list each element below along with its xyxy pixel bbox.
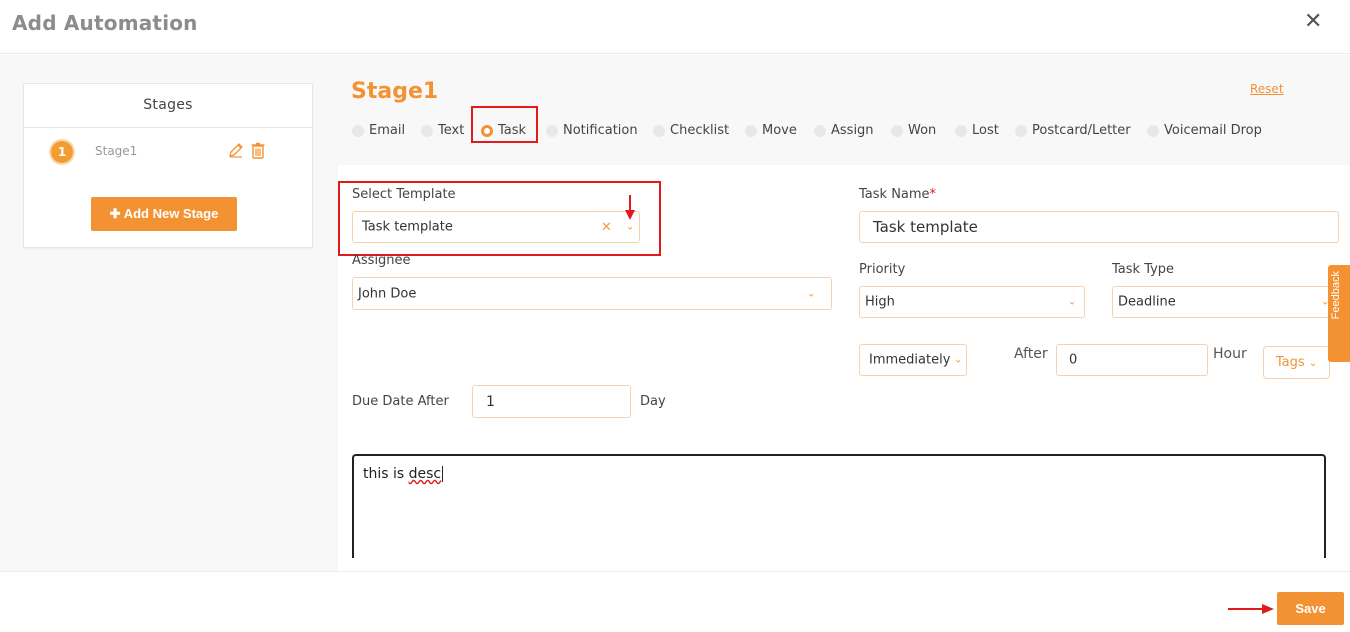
- chevron-down-icon[interactable]: ⌄: [1068, 297, 1076, 308]
- feedback-tab[interactable]: Feedback: [1328, 265, 1350, 362]
- radio-dot-icon: [352, 125, 364, 137]
- task-name-input[interactable]: Task template: [859, 211, 1339, 243]
- stage-name: Stage1: [95, 144, 138, 158]
- pencil-icon[interactable]: [228, 142, 244, 160]
- radio-dot-icon: [891, 125, 903, 137]
- modal-footer: Save: [0, 571, 1350, 632]
- task-type-label: Task Type: [1112, 262, 1175, 277]
- highlight-box: [338, 181, 661, 256]
- spellcheck-word: desc: [408, 466, 442, 482]
- radio-dot-icon: [955, 125, 967, 137]
- red-arrow-icon: [625, 195, 635, 220]
- stage-number-badge: 1: [51, 141, 73, 163]
- timing-dropdown[interactable]: Immediately ⌄: [859, 344, 967, 376]
- priority-dropdown[interactable]: High ⌄: [859, 286, 1085, 318]
- stages-heading: Stages: [24, 84, 312, 128]
- assignee-label: Assignee: [352, 253, 411, 268]
- add-new-stage-button[interactable]: ✚ Add New Stage: [91, 197, 237, 231]
- highlight-box: [471, 106, 538, 143]
- stage-row[interactable]: 1 Stage1: [24, 140, 314, 164]
- assignee-dropdown[interactable]: John Doe ⌄: [352, 277, 832, 310]
- description-textarea[interactable]: this is desc: [352, 454, 1326, 558]
- radio-dot-icon: [1147, 125, 1159, 137]
- after-label: After: [1014, 346, 1048, 362]
- after-input[interactable]: 0: [1056, 344, 1208, 376]
- day-label: Day: [640, 394, 666, 409]
- task-type-dropdown[interactable]: Deadline ⌄: [1112, 286, 1334, 318]
- due-date-input[interactable]: 1: [472, 385, 631, 418]
- radio-dot-icon: [1015, 125, 1027, 137]
- radio-dot-icon: [421, 125, 433, 137]
- tags-button[interactable]: Tags ⌄: [1263, 346, 1330, 379]
- modal-header: Add Automation ✕: [0, 0, 1350, 54]
- red-arrow-icon: [1228, 604, 1274, 614]
- radio-dot-icon: [546, 125, 558, 137]
- chevron-down-icon: ⌄: [1308, 358, 1318, 369]
- reset-link[interactable]: Reset: [1250, 82, 1284, 96]
- due-date-label: Due Date After: [352, 394, 449, 409]
- radio-dot-icon: [653, 125, 665, 137]
- radio-dot-icon: [814, 125, 826, 137]
- save-button[interactable]: Save: [1277, 592, 1344, 625]
- chevron-down-icon[interactable]: ⌄: [954, 355, 962, 366]
- task-name-label: Task Name*: [859, 187, 937, 202]
- hour-label: Hour: [1213, 346, 1247, 362]
- modal-title: Add Automation: [12, 11, 198, 35]
- stages-panel: Stages 1 Stage1 ✚ Add New Stage: [23, 83, 313, 248]
- trash-icon[interactable]: [251, 142, 267, 160]
- radio-dot-icon: [745, 125, 757, 137]
- close-icon[interactable]: ✕: [1304, 10, 1322, 34]
- stage-title: Stage1: [351, 79, 439, 104]
- priority-label: Priority: [859, 262, 906, 277]
- chevron-down-icon[interactable]: ⌄: [807, 288, 815, 299]
